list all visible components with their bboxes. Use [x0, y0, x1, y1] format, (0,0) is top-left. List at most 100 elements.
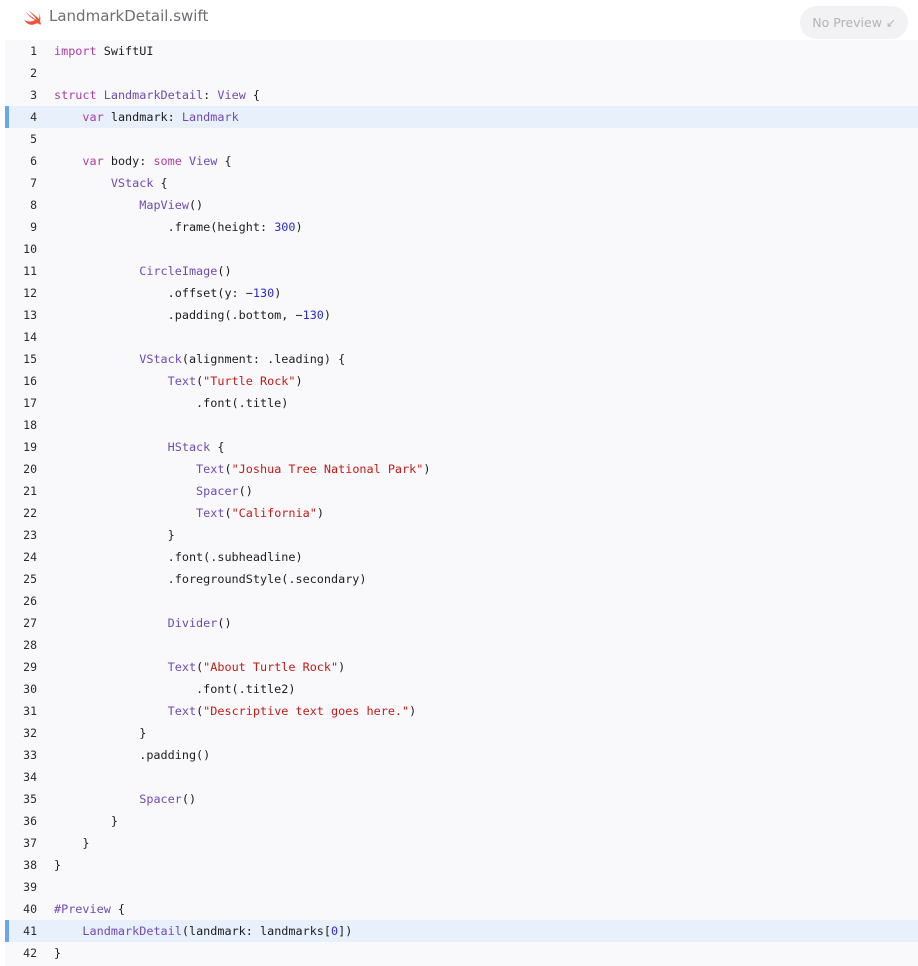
code-line: 11 CircleImage() — [5, 260, 918, 282]
line-number: 7 — [30, 176, 37, 190]
line-code: struct LandmarkDetail: View { — [54, 84, 260, 106]
line-number: 29 — [23, 660, 37, 674]
code-token: () — [181, 792, 197, 806]
code-token: some — [153, 154, 182, 168]
line-number: 1 — [30, 44, 37, 58]
line-number: 2 — [30, 66, 37, 80]
line-code: MapView() — [54, 194, 203, 216]
line-number: 16 — [23, 374, 37, 388]
line-code: var landmark: Landmark — [54, 106, 238, 128]
code-token: "Turtle Rock" — [203, 374, 296, 388]
code-line: 5 — [5, 128, 918, 150]
line-code: import SwiftUI — [54, 40, 153, 62]
code-token: HStack — [167, 440, 211, 454]
code-line: 9 .frame(height: 300) — [5, 216, 918, 238]
code-token: body: — [103, 154, 154, 168]
code-line: 6 var body: some View { — [5, 150, 918, 172]
code-line: 20 Text("Joshua Tree National Park") — [5, 458, 918, 480]
code-token: { — [217, 154, 232, 168]
arrow-down-left-icon: ↙ — [885, 15, 896, 30]
code-token: } — [54, 946, 62, 960]
code-lines: 1 import SwiftUI 2 3 struct LandmarkDetail: … — [5, 40, 918, 964]
code-token: landmark: — [103, 110, 182, 124]
code-token: ) — [338, 660, 346, 674]
code-line: 35 Spacer() — [5, 788, 918, 810]
no-preview-button[interactable]: No Preview ↙ — [800, 6, 908, 39]
code-token: () — [217, 616, 232, 630]
code-line: 22 Text("California") — [5, 502, 918, 524]
code-line: 33 .padding() — [5, 744, 918, 766]
code-token: Spacer — [139, 792, 182, 806]
line-number: 11 — [23, 264, 37, 278]
line-number: 40 — [23, 902, 37, 916]
code-token: var — [82, 110, 104, 124]
code-token: LandmarkDetail — [103, 88, 204, 102]
code-token: } — [54, 726, 147, 740]
code-token: } — [54, 836, 90, 850]
code-line: 37 } — [5, 832, 918, 854]
code-line: 21 Spacer() — [5, 480, 918, 502]
file-name: LandmarkDetail.swift — [49, 7, 209, 25]
code-token: ]) — [338, 924, 353, 938]
code-token: { — [110, 902, 126, 916]
line-code: var body: some View { — [54, 150, 232, 172]
code-token: Text — [196, 506, 225, 520]
line-number: 20 — [23, 462, 37, 476]
code-line: 42} — [5, 942, 918, 964]
code-token: View — [217, 88, 246, 102]
code-panel: 1 import SwiftUI 2 3 struct LandmarkDetail: … — [5, 40, 918, 966]
code-token: Text — [196, 462, 225, 476]
line-code: CircleImage() — [54, 260, 231, 282]
code-token: { — [153, 176, 168, 190]
code-token: } — [54, 858, 62, 872]
line-code: Text("Descriptive text goes here.") — [54, 700, 417, 722]
line-code: } — [54, 722, 146, 744]
code-token: .font(.title2) — [54, 682, 296, 696]
line-code: LandmarkDetail(landmark: landmarks[0]) — [54, 920, 352, 942]
line-number: 35 — [23, 792, 37, 806]
code-line: 8 MapView() — [5, 194, 918, 216]
code-line: 7 VStack { — [5, 172, 918, 194]
line-code: HStack { — [54, 436, 225, 458]
code-token: Text — [167, 704, 197, 718]
code-line: 23 } — [5, 524, 918, 546]
code-token: 130 — [252, 286, 275, 300]
code-token: Divider — [167, 616, 218, 630]
line-number: 10 — [23, 242, 37, 256]
line-number: 3 — [30, 88, 37, 102]
line-number: 41 — [23, 924, 37, 938]
code-line: 28 — [5, 634, 918, 656]
line-number: 6 — [30, 154, 37, 168]
code-token: { — [210, 440, 225, 454]
code-line: 32 } — [5, 722, 918, 744]
code-token: } — [54, 528, 175, 542]
code-line: 3 struct LandmarkDetail: View { — [5, 84, 918, 106]
code-line: 30 .font(.title2) — [5, 678, 918, 700]
code-line: 18 — [5, 414, 918, 436]
line-code: Text("Turtle Rock") — [54, 370, 303, 392]
highlighted-code-line: 41 LandmarkDetail(landmark: landmarks[0]… — [5, 920, 918, 942]
code-token: "Joshua Tree National Park" — [231, 462, 424, 476]
code-line: 25 .foregroundStyle(.secondary) — [5, 568, 918, 590]
code-line: 10 — [5, 238, 918, 260]
line-number: 42 — [23, 946, 37, 960]
line-number: 5 — [30, 132, 37, 146]
line-number: 13 — [23, 308, 37, 322]
code-token: VStack — [110, 176, 154, 190]
line-number: 21 — [23, 484, 37, 498]
code-token: .font(.subheadline) — [54, 550, 303, 564]
code-token: (alignment: .leading) { — [181, 352, 346, 366]
code-line: 2 — [5, 62, 918, 84]
line-code: Spacer() — [54, 480, 253, 502]
code-token: .font(.title) — [54, 396, 289, 410]
code-line: 40 #Preview { — [5, 898, 918, 920]
code-line: 38} — [5, 854, 918, 876]
